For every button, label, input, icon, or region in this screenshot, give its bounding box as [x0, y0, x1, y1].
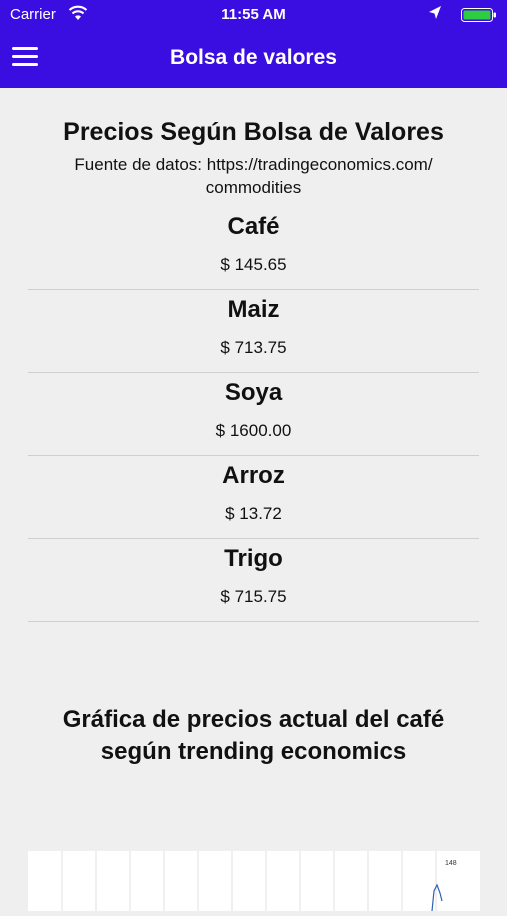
coffee-price-chart: 148 [28, 851, 480, 912]
page-heading: Precios Según Bolsa de Valores [63, 118, 444, 146]
price-line [431, 883, 443, 912]
data-source-text: Fuente de datos: https://tradingeconomic… [74, 155, 433, 197]
list-item: Café $ 145.65 [28, 207, 479, 290]
commodity-name: Maiz [227, 296, 280, 323]
main-content: Precios Según Bolsa de Valores Fuente de… [0, 88, 507, 768]
commodity-price: $ 713.75 [220, 338, 287, 357]
list-item: Maiz $ 713.75 [28, 290, 479, 373]
commodity-price: $ 13.72 [225, 504, 282, 523]
location-arrow-icon [429, 6, 441, 19]
commodity-price: $ 145.65 [220, 255, 287, 274]
nav-bar: Bolsa de valores [0, 30, 507, 88]
chart-grid [61, 851, 443, 912]
list-item: Trigo $ 715.75 [28, 539, 479, 622]
status-bar: Carrier 11:55 AM [0, 0, 507, 30]
price-list: Café $ 145.65 Maiz $ 713.75 Soya $ 1600.… [28, 207, 479, 622]
commodity-price: $ 715.75 [220, 587, 287, 606]
list-item: Arroz $ 13.72 [28, 456, 479, 539]
commodity-name: Arroz [222, 462, 285, 489]
chart-section-title: Gráfica de precios actual del café según… [62, 706, 445, 765]
commodity-name: Soya [224, 379, 283, 406]
battery-icon [461, 8, 496, 22]
nav-title: Bolsa de valores [170, 46, 337, 69]
y-tick-label: 148 [445, 860, 457, 867]
list-item: Soya $ 1600.00 [28, 373, 479, 456]
commodity-price: $ 1600.00 [215, 421, 292, 440]
commodity-name: Trigo [224, 545, 283, 572]
commodity-name: Café [227, 213, 280, 240]
